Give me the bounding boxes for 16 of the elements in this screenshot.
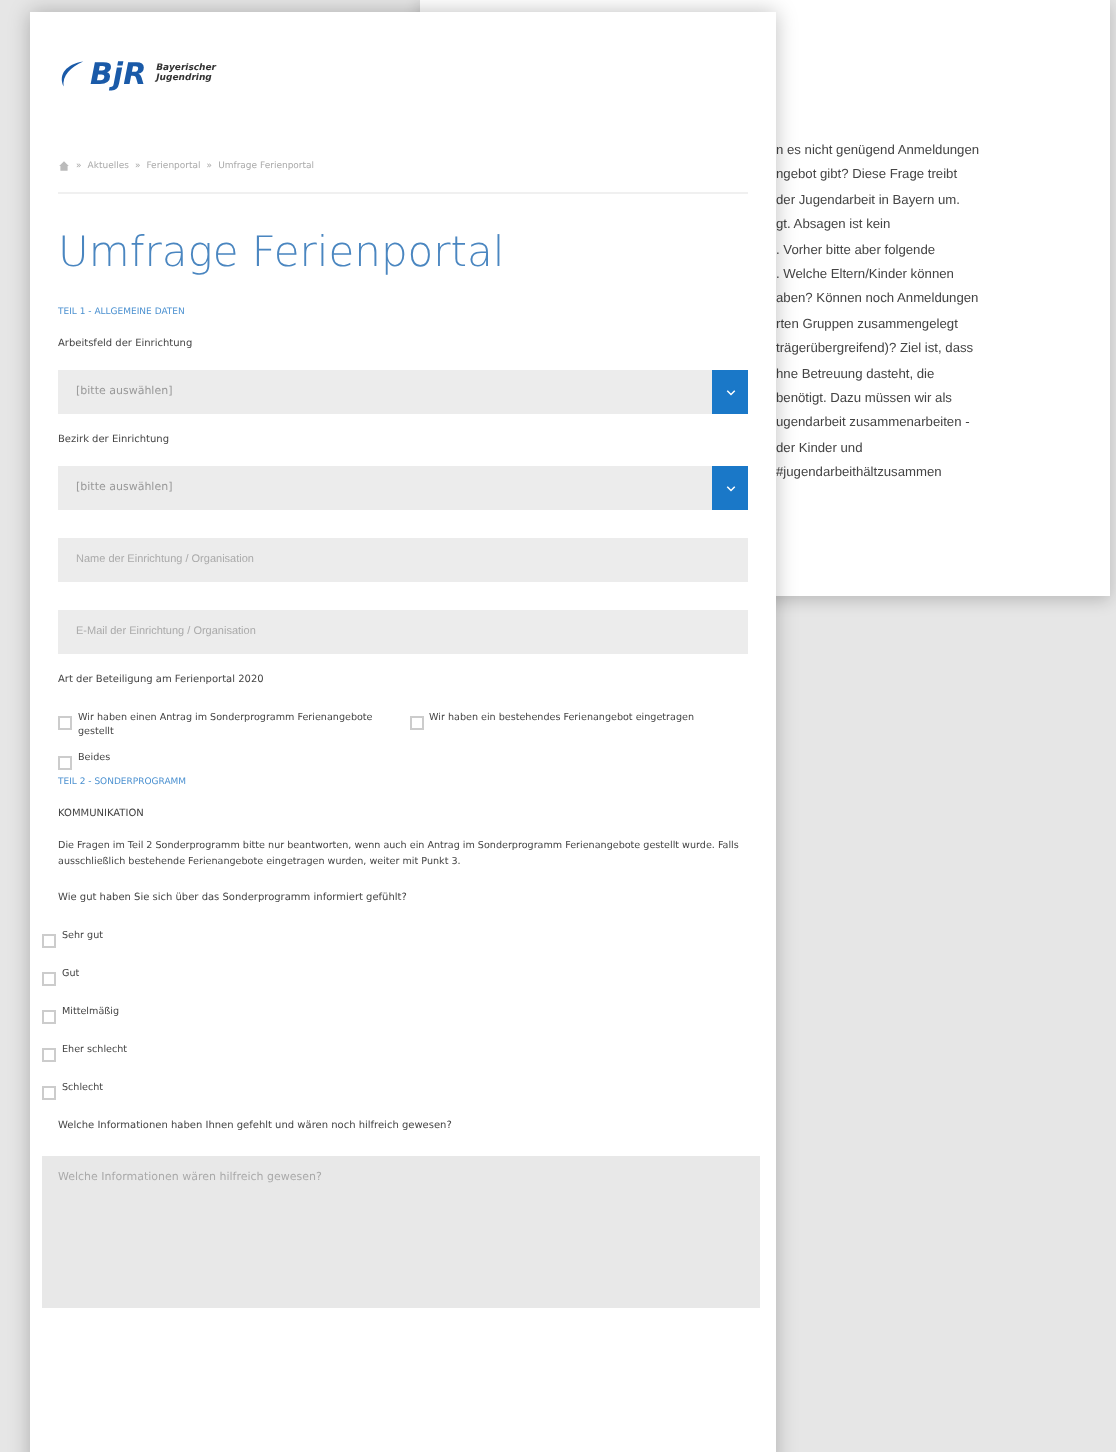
- dropdown-button[interactable]: [712, 370, 748, 414]
- checkbox[interactable]: [42, 1048, 56, 1062]
- swoosh-icon: [58, 58, 86, 90]
- checkbox[interactable]: [42, 934, 56, 948]
- checkbox[interactable]: [58, 716, 72, 730]
- checkbox[interactable]: [42, 972, 56, 986]
- checkbox[interactable]: [42, 1010, 56, 1024]
- dropdown-button[interactable]: [712, 466, 748, 510]
- chevron-icon: [725, 389, 735, 395]
- chevron-icon: [725, 485, 735, 491]
- checkbox[interactable]: [42, 1086, 56, 1100]
- page-title: Umfrage Ferienportal: [58, 228, 507, 276]
- checkbox[interactable]: [58, 756, 72, 770]
- checkbox[interactable]: [409, 716, 423, 730]
- home-icon[interactable]: [58, 160, 70, 172]
- logo-text: BjR: [90, 56, 147, 92]
